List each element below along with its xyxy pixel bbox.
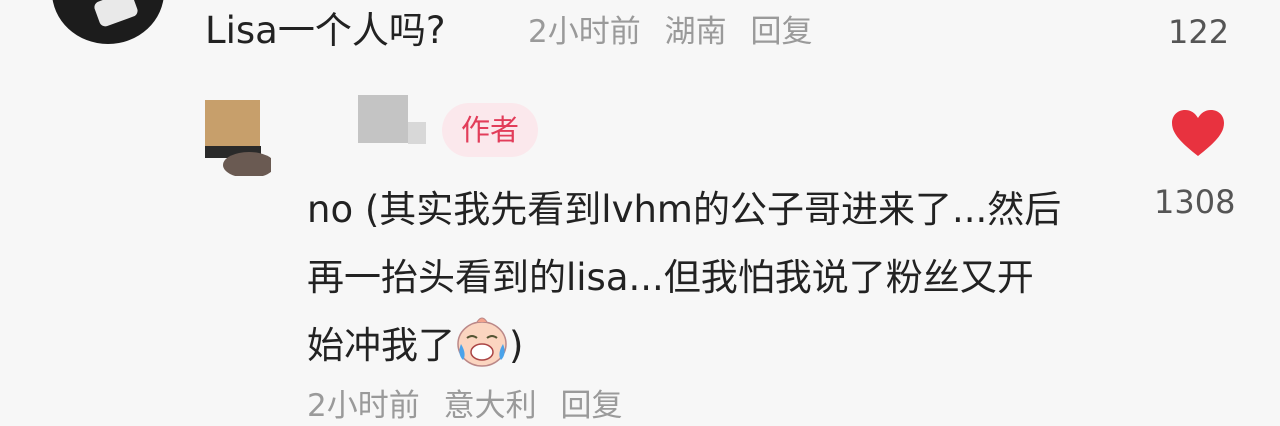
reply-username-blurred[interactable]	[358, 95, 408, 143]
crying-laughing-emoji-icon	[455, 314, 509, 368]
reply-reply-button[interactable]: 回复	[560, 388, 622, 424]
reply-location: 意大利	[443, 388, 537, 424]
comment-text: Lisa一个人吗?	[205, 9, 446, 52]
comment-reply-button[interactable]: 回复	[750, 14, 812, 50]
reply-text-main: no (其实我先看到lvhm的公子哥进来了...然后再一抬头看到的lisa...…	[307, 188, 1062, 367]
reply-meta: 2小时前 意大利 回复	[307, 386, 636, 426]
comment-meta: 2小时前 湖南 回复	[528, 12, 826, 52]
reply-text: no (其实我先看到lvhm的公子哥进来了...然后再一抬头看到的lisa...…	[307, 176, 1067, 380]
comment-time: 2小时前	[528, 14, 641, 50]
author-badge: 作者	[442, 103, 538, 157]
comment-location: 湖南	[664, 14, 727, 50]
reply-username-blurred-tail	[408, 122, 426, 144]
heart-icon[interactable]	[1170, 108, 1226, 158]
commenter-avatar[interactable]	[52, 0, 164, 44]
reply-time: 2小时前	[307, 388, 420, 424]
reply-text-closing-paren: )	[509, 324, 524, 367]
comment-like-count: 122	[1168, 13, 1230, 51]
reply-like-count: 1308	[1154, 183, 1236, 221]
reply-avatar[interactable]	[205, 100, 271, 176]
